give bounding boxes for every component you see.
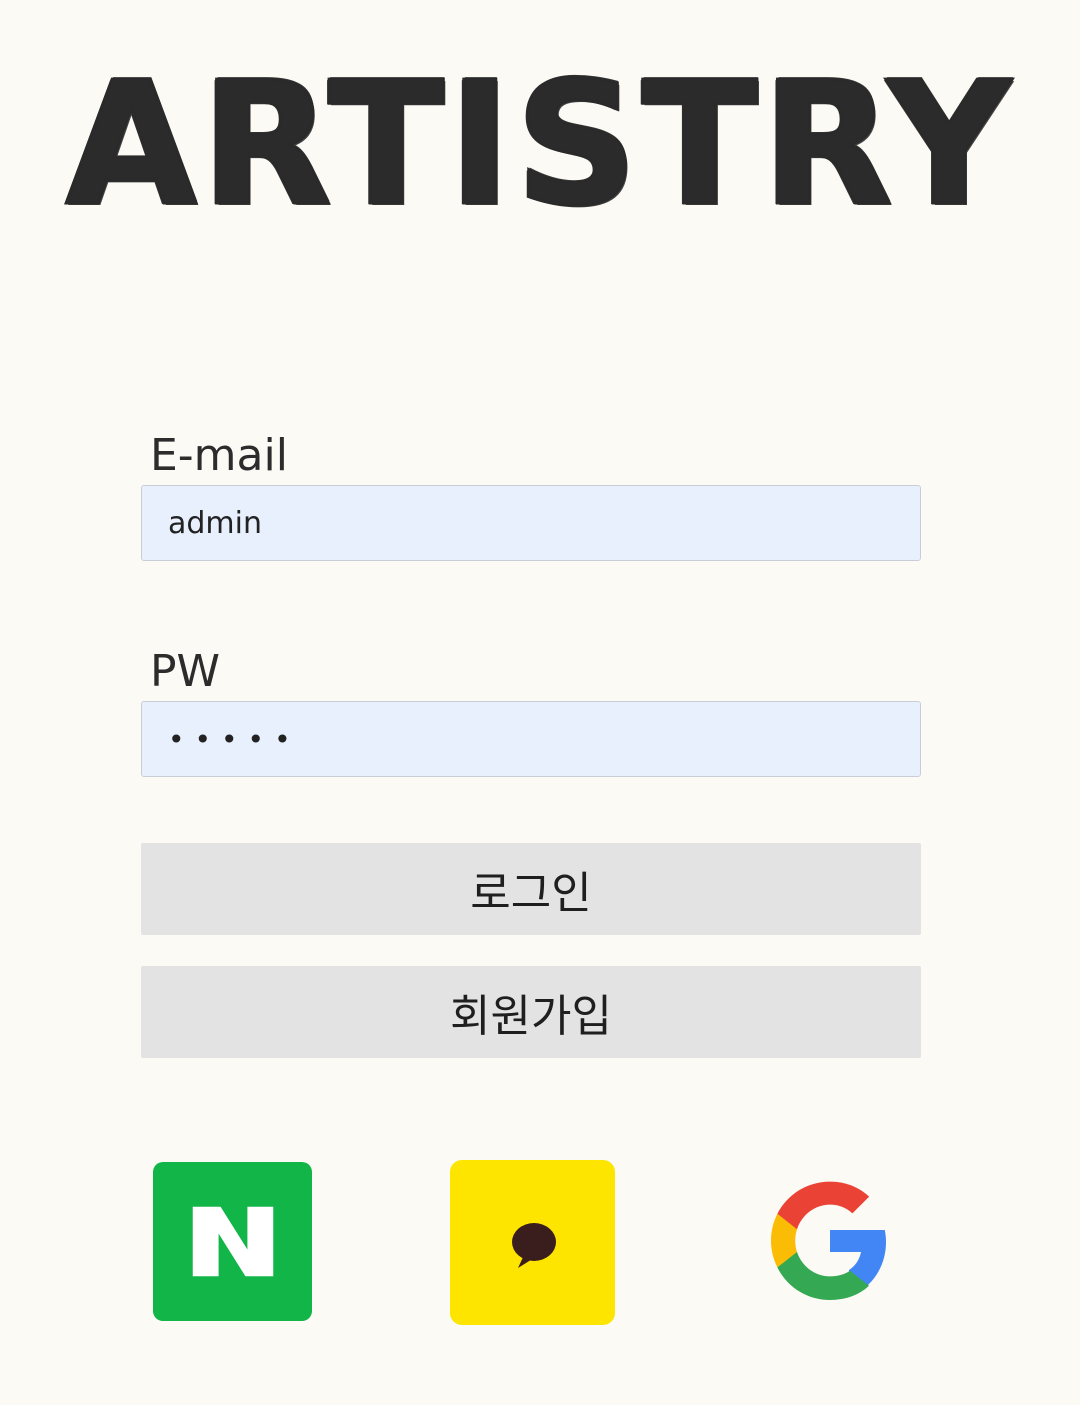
naver-icon — [192, 1206, 274, 1277]
artistry-logo: ARTISTRY — [64, 46, 1015, 244]
naver-login-button[interactable] — [153, 1162, 312, 1321]
kakao-icon — [512, 1223, 556, 1268]
email-input[interactable] — [141, 485, 921, 561]
kakao-login-button[interactable] — [450, 1160, 615, 1325]
email-label: E-mail — [150, 430, 288, 481]
password-input[interactable] — [141, 701, 921, 777]
google-icon — [771, 1181, 886, 1300]
login-button[interactable]: 로그인 — [141, 843, 921, 935]
signup-button[interactable]: 회원가입 — [141, 966, 921, 1058]
google-login-button[interactable] — [750, 1160, 910, 1320]
password-label: PW — [150, 646, 221, 697]
